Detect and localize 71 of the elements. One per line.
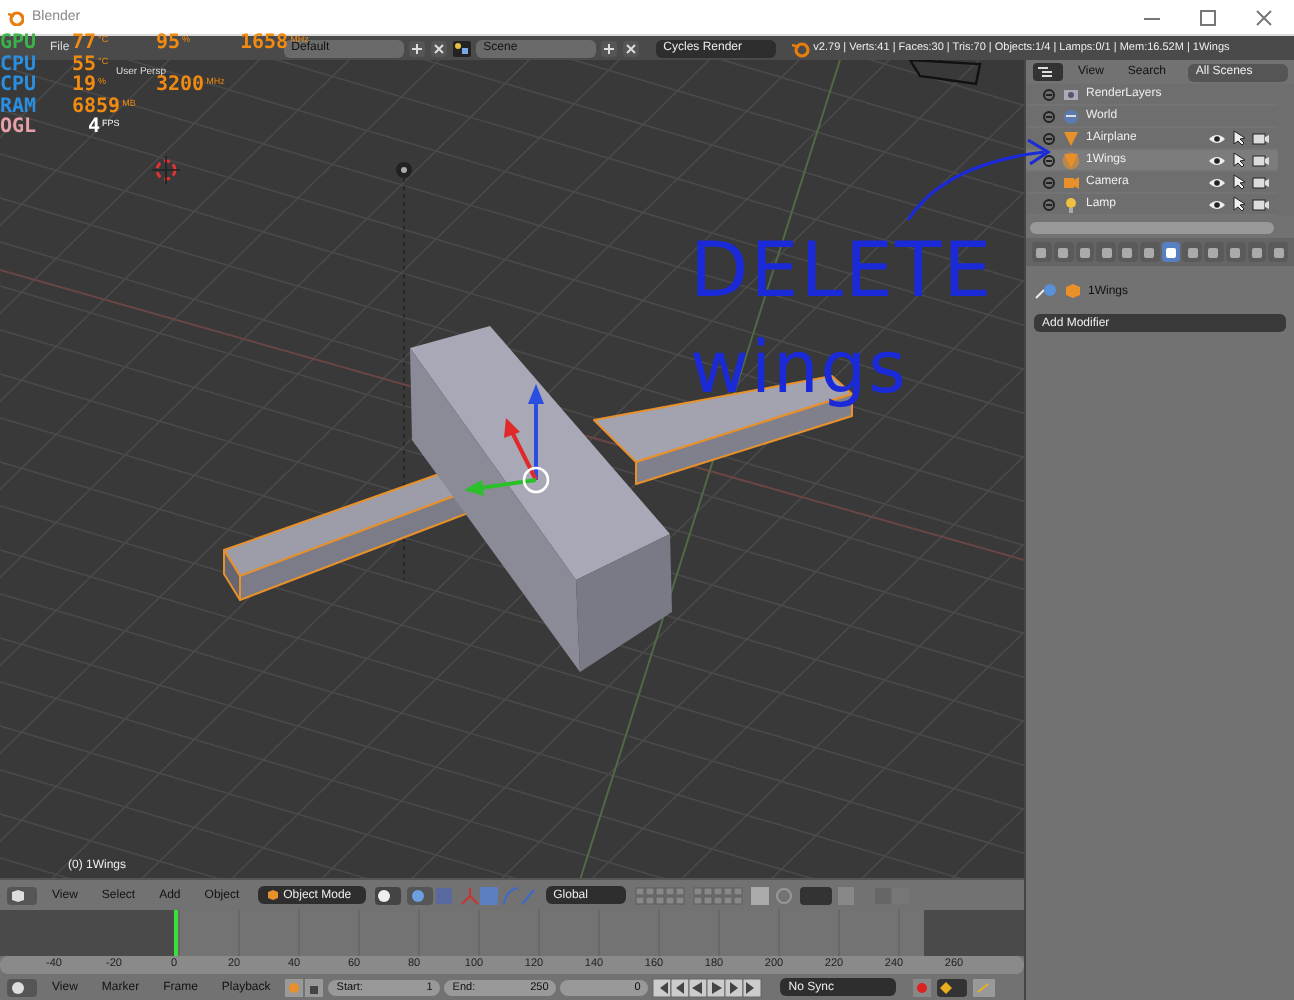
cube-icon — [1064, 282, 1082, 300]
current-frame-line — [174, 910, 177, 957]
expand-icon[interactable] — [1042, 87, 1056, 101]
properties-tab[interactable] — [1118, 242, 1138, 262]
keyframe-icon[interactable] — [936, 977, 969, 998]
camera-icon[interactable] — [1252, 153, 1270, 167]
monitor-label: OGL — [0, 118, 37, 138]
properties-tab[interactable] — [1225, 242, 1245, 262]
cursor-icon — [151, 155, 181, 185]
monitor-value: 6859 — [72, 97, 121, 117]
properties-tab[interactable] — [1161, 242, 1181, 262]
expand-icon[interactable] — [1042, 153, 1056, 167]
blender-logo-icon — [791, 39, 810, 57]
properties-tab[interactable] — [1204, 242, 1224, 262]
eye-icon[interactable] — [1208, 175, 1226, 189]
renderlayers-icon — [1062, 85, 1080, 103]
playback-controls-drawing[interactable] — [652, 977, 765, 998]
cube-editor-icon[interactable] — [6, 885, 38, 906]
shading-icon[interactable] — [373, 885, 402, 906]
mesh-icon — [1062, 151, 1080, 169]
clock-editor-icon[interactable] — [6, 977, 38, 998]
outliner-editor-icon[interactable] — [1032, 62, 1064, 82]
monitor-value: 19 — [72, 76, 97, 96]
keys-icon[interactable] — [972, 977, 997, 998]
add-icon[interactable] — [407, 39, 426, 57]
handwritten-note: DELETE — [690, 224, 994, 318]
lamp-icon — [1062, 195, 1080, 213]
cube-icon — [265, 888, 280, 903]
camera-drawing — [908, 60, 982, 86]
blender-logo-icon — [8, 9, 24, 25]
scene-icon[interactable] — [451, 39, 472, 57]
transform-manipulator-drawing — [464, 384, 550, 496]
monitor-value: 1658 — [240, 34, 289, 54]
monitor-label: CPU — [0, 55, 37, 75]
properties-tab[interactable] — [1075, 242, 1095, 262]
keying-icons-drawing[interactable] — [284, 977, 325, 998]
properties-tab[interactable] — [1247, 242, 1267, 262]
close-icon[interactable] — [621, 39, 640, 57]
expand-icon[interactable] — [1042, 175, 1056, 189]
camera-icon[interactable] — [1252, 197, 1270, 211]
eye-icon[interactable] — [1208, 131, 1226, 145]
properties-tab[interactable] — [1268, 242, 1288, 262]
maximize-icon[interactable] — [1198, 7, 1218, 27]
properties-tab[interactable] — [1139, 242, 1159, 262]
pin-icon[interactable] — [1034, 282, 1058, 300]
monitor-label: RAM — [0, 97, 37, 117]
add-icon[interactable] — [599, 39, 618, 57]
world-icon — [1062, 107, 1080, 125]
expand-icon[interactable] — [1042, 131, 1056, 145]
eye-icon[interactable] — [1208, 153, 1226, 167]
properties-tab[interactable] — [1053, 242, 1073, 262]
properties-scrollbar[interactable] — [1030, 222, 1274, 234]
properties-tab[interactable] — [1096, 242, 1116, 262]
expand-icon[interactable] — [1042, 197, 1056, 211]
properties-tab[interactable] — [1032, 242, 1052, 262]
camera-icon[interactable] — [1252, 175, 1270, 189]
camera-icon — [1062, 173, 1080, 191]
monitor-value: 55 — [72, 55, 97, 75]
close-icon[interactable] — [1254, 7, 1274, 27]
monitor-label: CPU — [0, 76, 37, 96]
monitor-value: 3200 — [156, 76, 205, 96]
monitor-value: 4 — [88, 118, 101, 138]
eye-icon[interactable] — [1208, 197, 1226, 211]
camera-icon[interactable] — [1252, 131, 1270, 145]
monitor-value: 95 — [156, 34, 181, 54]
handwritten-note: wings — [690, 326, 910, 414]
monitor-value: 77 — [72, 34, 97, 54]
expand-icon[interactable] — [1042, 109, 1056, 123]
monitor-label: GPU — [0, 34, 37, 54]
close-icon[interactable] — [429, 39, 448, 57]
properties-tab[interactable] — [1182, 242, 1202, 262]
